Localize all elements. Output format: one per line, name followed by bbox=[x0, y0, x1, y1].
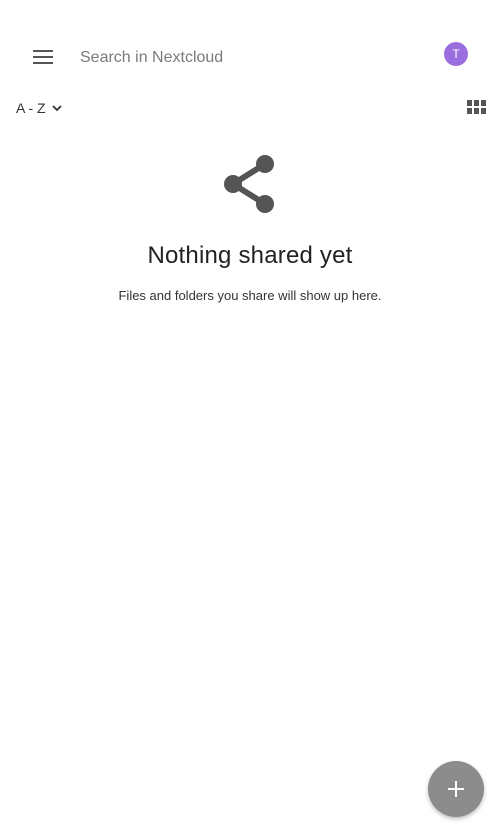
sort-order-button[interactable]: A - Z bbox=[16, 100, 62, 116]
user-avatar[interactable]: T bbox=[444, 42, 468, 66]
grid-view-button[interactable] bbox=[467, 100, 489, 120]
chevron-down-icon bbox=[51, 104, 62, 112]
empty-state: Nothing shared yet Files and folders you… bbox=[0, 150, 500, 303]
empty-state-subtitle: Files and folders you share will show up… bbox=[118, 288, 382, 303]
search-input[interactable] bbox=[80, 44, 410, 72]
grid-view-icon bbox=[467, 100, 486, 114]
hamburger-menu-icon bbox=[33, 50, 53, 64]
add-button[interactable] bbox=[428, 761, 484, 817]
top-toolbar: T bbox=[0, 28, 500, 86]
sort-bar: A - Z bbox=[0, 96, 500, 124]
shared-screen: T A - Z bbox=[0, 0, 500, 833]
empty-state-title: Nothing shared yet bbox=[147, 242, 353, 269]
plus-icon bbox=[448, 781, 464, 797]
sort-order-label: A - Z bbox=[16, 100, 46, 116]
share-icon bbox=[224, 155, 274, 213]
menu-button[interactable] bbox=[24, 38, 62, 76]
